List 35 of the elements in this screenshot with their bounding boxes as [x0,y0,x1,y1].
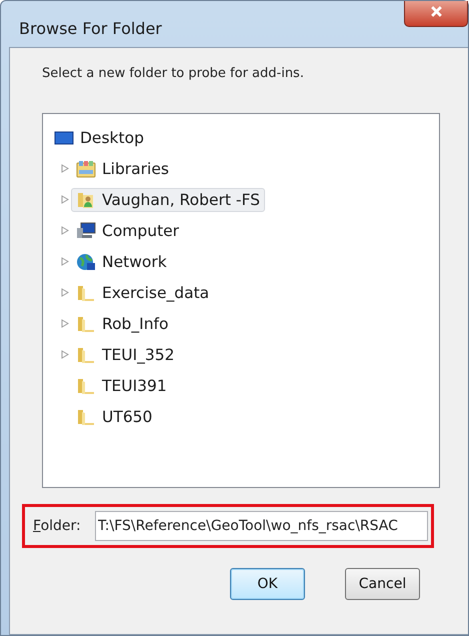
computer-icon [76,222,96,240]
tree-item[interactable]: UT650 [71,404,158,428]
expand-arrow-icon[interactable] [61,319,69,328]
expand-arrow-icon[interactable] [61,164,69,173]
tree-item[interactable]: Libraries [71,156,174,180]
folder-icon [76,408,96,426]
tree-item[interactable]: Computer [71,218,184,242]
expand-arrow-icon[interactable] [61,350,69,359]
close-button[interactable] [404,1,468,27]
close-icon [430,4,442,18]
dialog-button[interactable]: OK [230,568,305,600]
dialog-button[interactable]: Cancel [345,568,420,600]
folder-icon [76,346,96,364]
folder-icon [76,284,96,302]
tree-item[interactable]: Desktop [49,126,149,150]
window-title: Browse For Folder [19,19,162,38]
expand-arrow-icon[interactable] [61,288,69,297]
tree-item[interactable]: Network [71,250,172,274]
expand-arrow-icon[interactable] [61,257,69,266]
tree-item[interactable]: Exercise_data [71,280,214,304]
tree-item[interactable]: TEUI391 [71,374,172,398]
folder-icon [76,314,96,332]
libraries-icon [76,160,96,178]
folder-input-field[interactable]: T:\FS\Reference\GeoTool\wo_nfs_rsac\RSAC [94,511,428,541]
expand-arrow-icon[interactable] [61,195,69,204]
expand-arrow-icon[interactable] [61,226,69,235]
globe-icon [76,252,96,270]
folder-label: Folder: [33,518,81,534]
user-folder-icon [76,190,96,208]
desktop-icon [54,130,74,146]
folder-icon [76,376,96,394]
tree-item[interactable]: Rob_Info [71,312,174,336]
tree-item[interactable]: Vaughan, Robert -FS [71,188,265,212]
tree-item[interactable]: TEUI_352 [71,342,180,366]
instruction-text: Select a new folder to probe for add-ins. [42,66,305,81]
